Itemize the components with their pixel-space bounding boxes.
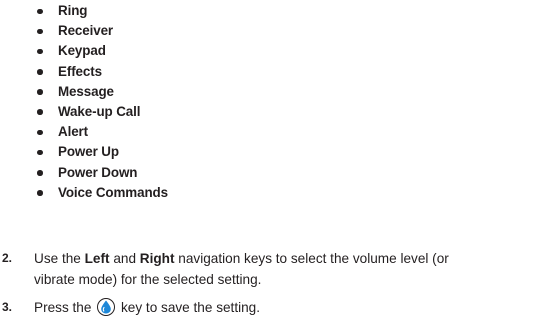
list-item-label: Message (58, 83, 114, 99)
list-item: Message (36, 82, 168, 102)
step-number: 3. (2, 300, 13, 314)
setting-options-list: Ring Receiver Keypad Effects Message Wak… (36, 1, 168, 203)
list-item: Power Down (36, 163, 168, 183)
step-text: Use the Left and Right navigation keys t… (34, 248, 449, 290)
bullet-icon (37, 28, 43, 35)
list-item: Ring (36, 1, 168, 21)
list-item-label: Power Down (58, 164, 138, 180)
step-text-part: Use the (34, 251, 85, 266)
list-item: Keypad (36, 41, 168, 61)
step-text-line2: vibrate mode) for the selected setting. (34, 272, 262, 287)
list-item: Wake-up Call (36, 102, 168, 122)
ok-key-icon (97, 298, 116, 316)
list-item-label: Voice Commands (58, 184, 168, 200)
bullet-icon (37, 109, 43, 115)
step-text-part: navigation keys to select the volume lev… (174, 251, 449, 266)
list-item: Effects (36, 62, 168, 82)
bullet-icon (37, 89, 43, 95)
list-item-label: Receiver (58, 23, 114, 39)
left-key-label: Left (84, 251, 110, 266)
step-text-part: key to save the setting. (120, 300, 261, 315)
step-number: 2. (2, 251, 13, 265)
list-item-label: Ring (58, 3, 88, 18)
bullet-icon (37, 190, 43, 196)
bullet-icon (37, 8, 43, 14)
bullet-icon (37, 69, 43, 75)
list-item-label: Alert (58, 124, 89, 140)
step-text-part: and (109, 251, 140, 266)
bullet-icon (37, 129, 43, 136)
bullet-icon (37, 149, 43, 156)
list-item: Receiver (36, 21, 168, 41)
list-item: Voice Commands (36, 183, 168, 203)
list-item-label: Wake-up Call (58, 103, 141, 119)
right-key-label: Right (139, 251, 175, 266)
list-item: Power Up (36, 142, 168, 162)
list-item-label: Power Up (58, 144, 119, 160)
list-item-label: Effects (58, 63, 102, 79)
list-item-label: Keypad (58, 43, 106, 59)
bullet-icon (37, 48, 43, 55)
step-text: Press the key to save the setting. (34, 297, 260, 318)
list-item: Alert (36, 122, 168, 142)
step-text-part: Press the (34, 300, 92, 315)
bullet-icon (37, 170, 43, 176)
